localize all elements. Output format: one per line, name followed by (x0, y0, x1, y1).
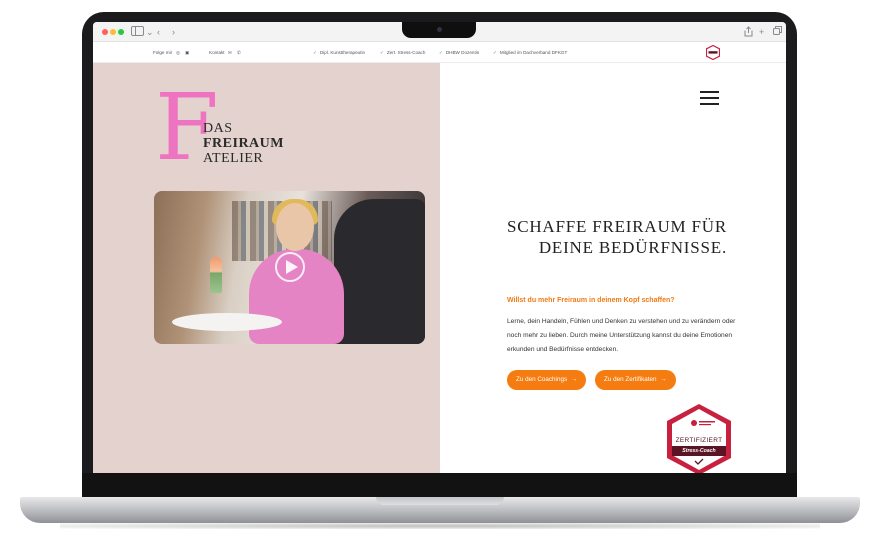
plus-icon[interactable]: + (759, 26, 764, 38)
phone-icon[interactable]: ✆ (237, 42, 241, 63)
hero-left-panel: F DAS FREIRAUM ATELIER (93, 63, 440, 473)
hero-headline: SCHAFFE FREIRAUM FÜR DEINE BEDÜRFNISSE. (480, 216, 727, 258)
hamburger-icon[interactable] (700, 91, 719, 105)
chevron-right-icon[interactable]: › (172, 26, 175, 38)
table-image (172, 313, 282, 331)
qualification-item: ✓ DHBW Dozentin (439, 50, 480, 55)
top-info-bar: Folge mir ◎ ▣ Kontakt ✉ ✆ ✓ Dipl. Kunstth… (93, 42, 786, 63)
laptop-screen: ⌄ ‹ › + Folge mir ◎ ▣ Kontakt ✉ ✆ ✓ Dipl.… (93, 22, 786, 473)
instagram-icon[interactable]: ◎ (176, 42, 180, 63)
tabs-icon[interactable] (773, 26, 782, 38)
client-figure-image (334, 199, 425, 344)
coach-face-image (276, 203, 314, 251)
check-icon: ✓ (493, 50, 497, 55)
window-close-button[interactable] (102, 29, 108, 35)
play-button[interactable] (275, 252, 305, 282)
linkedin-icon[interactable]: ▣ (185, 42, 189, 63)
sidebar-icon[interactable] (131, 26, 144, 39)
qualification-item: ✓ Dipl. Kunsttherapeutin (313, 50, 366, 55)
camera-icon (437, 27, 442, 32)
headline-line-1: SCHAFFE FREIRAUM FÜR (506, 217, 727, 236)
flowers-image (210, 257, 222, 293)
contact-label: Kontakt (209, 50, 225, 55)
logo-line-3: ATELIER (203, 151, 264, 166)
window-minimize-button[interactable] (110, 29, 116, 35)
laptop-bezel-bottom (82, 473, 797, 498)
qualification-item: ✓ Mitglied im Dachverband DFKGT (493, 50, 568, 55)
certificates-button-label: Zu den Zertifikaten (604, 376, 657, 383)
hero-subheadline: Willst du mehr Freiraum in deinem Kopf s… (507, 297, 675, 304)
logo-wordmark[interactable]: DAS FREIRAUM ATELIER (203, 121, 284, 166)
hero-body-text: Lerne, dein Handeln, Fühlen und Denken z… (507, 318, 736, 353)
camera-notch (402, 22, 476, 38)
qualification-item: ✓ Zert. Stress-Coach (380, 50, 426, 55)
check-icon: ✓ (313, 50, 317, 55)
arrow-right-icon: → (660, 376, 667, 383)
chevron-left-icon[interactable]: ‹ (157, 26, 160, 38)
follow-label: Folge mir (153, 50, 173, 55)
coachings-button[interactable]: Zu den Coachings → (507, 370, 587, 390)
certificates-button[interactable]: Zu den Zertifikaten → (595, 370, 676, 390)
badge-sub-text: Stress-Coach (682, 448, 716, 454)
badge-main-text: ZERTIFIZIERT (675, 437, 723, 444)
window-maximize-button[interactable] (118, 29, 124, 35)
check-icon: ✓ (439, 50, 443, 55)
laptop-shadow (60, 523, 820, 529)
logo-line-1: DAS (203, 121, 233, 136)
intro-video[interactable] (154, 191, 425, 344)
certified-stress-coach-badge: ZERTIFIZIERT Stress-Coach (664, 402, 734, 473)
play-icon (286, 260, 298, 274)
laptop-base-notch (376, 497, 504, 505)
logo-line-2: FREIRAUM (203, 136, 284, 151)
headline-line-2: DEINE BEDÜRFNISSE. (538, 238, 727, 257)
arrow-right-icon: → (571, 376, 578, 383)
share-icon[interactable] (744, 26, 753, 40)
chevron-down-icon[interactable]: ⌄ (146, 26, 154, 38)
coachings-button-label: Zu den Coachings (516, 376, 568, 383)
check-icon: ✓ (380, 50, 384, 55)
hero-right-panel: SCHAFFE FREIRAUM FÜR DEINE BEDÜRFNISSE. … (440, 63, 786, 473)
mail-icon[interactable]: ✉ (228, 42, 232, 63)
